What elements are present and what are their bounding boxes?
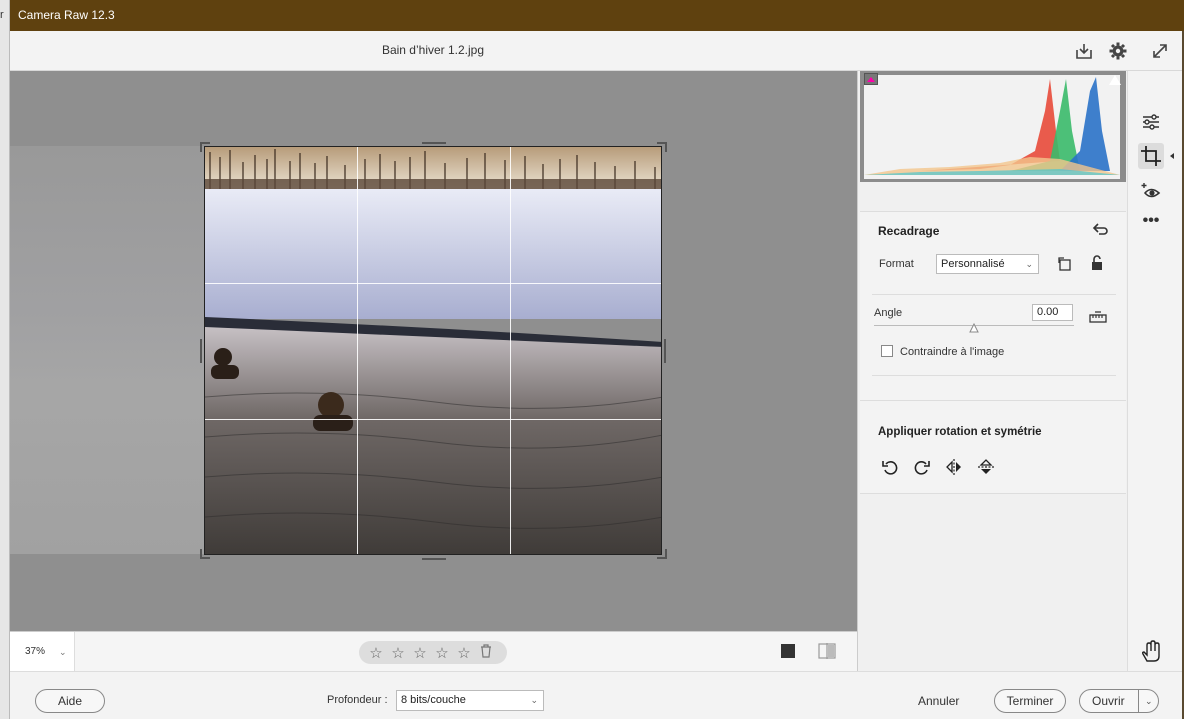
- cancel-button[interactable]: Annuler: [918, 694, 959, 708]
- help-button[interactable]: Aide: [35, 689, 105, 713]
- grid-line: [205, 419, 661, 420]
- crop-handle-top-left[interactable]: [200, 142, 210, 152]
- crop-handle-top[interactable]: [422, 142, 446, 144]
- shadow-clipping-warning[interactable]: [864, 73, 878, 85]
- fullscreen-icon[interactable]: [1150, 41, 1170, 61]
- outside-crop-area: [10, 146, 205, 554]
- flip-vertical-icon[interactable]: [977, 458, 995, 476]
- rotate-crop-icon[interactable]: [1057, 256, 1073, 272]
- chevron-down-icon: ⌄: [59, 647, 67, 657]
- format-value: Personnalisé: [941, 258, 1005, 270]
- trash-icon[interactable]: [477, 643, 495, 662]
- rotate-title: Appliquer rotation et symétrie: [878, 426, 1042, 438]
- chevron-down-icon: ⌄: [530, 695, 538, 705]
- hand-tool-icon[interactable]: [1138, 639, 1164, 665]
- star-icon[interactable]: ☆: [389, 644, 407, 662]
- grid-line: [357, 147, 358, 554]
- edge-char: r: [0, 9, 4, 21]
- app-title: Camera Raw 12.3: [18, 8, 115, 22]
- angle-value: 0.00: [1037, 306, 1059, 318]
- header: Bain d’hiver 1.2.jpg: [10, 31, 1182, 71]
- edit-panel: Recadrage Format Personnalisé ⌄ Angle 0.…: [857, 71, 1127, 671]
- camera-raw-window: Bain d’hiver 1.2.jpg 37% ⌄ ☆ ☆ ☆ ☆ ☆ Rec…: [10, 31, 1182, 719]
- angle-label: Angle: [874, 307, 903, 319]
- zoom-select[interactable]: 37% ⌄: [10, 632, 75, 671]
- grid-line: [510, 147, 511, 554]
- crop-photo[interactable]: [204, 146, 662, 555]
- more-icon[interactable]: •••: [1138, 208, 1164, 234]
- rating-stars: ☆ ☆ ☆ ☆ ☆: [359, 641, 507, 664]
- reset-icon[interactable]: [1092, 222, 1108, 238]
- angle-slider-thumb[interactable]: [969, 320, 979, 333]
- tool-rail: •••: [1127, 71, 1182, 671]
- gear-icon[interactable]: [1108, 41, 1128, 61]
- format-select[interactable]: Personnalisé ⌄: [936, 254, 1039, 274]
- depth-label: Profondeur :: [327, 694, 388, 706]
- crop-handle-bottom-right[interactable]: [657, 549, 667, 559]
- depth-value: 8 bits/couche: [401, 694, 466, 706]
- crop-handle-top-right[interactable]: [657, 142, 667, 152]
- histogram: [860, 71, 1126, 182]
- star-icon[interactable]: ☆: [455, 644, 473, 662]
- open-options-chevron-icon[interactable]: ⌄: [1138, 690, 1153, 712]
- divider: [872, 294, 1116, 295]
- status-bar: 37% ⌄ ☆ ☆ ☆ ☆ ☆: [10, 631, 857, 671]
- crop-handle-bottom[interactable]: [422, 558, 446, 560]
- footer: Aide Profondeur : 8 bits/couche ⌄ Annule…: [10, 671, 1182, 719]
- open-label: Ouvrir: [1092, 694, 1125, 708]
- zoom-value: 37%: [25, 646, 46, 657]
- crop-tool-icon[interactable]: [1138, 143, 1164, 169]
- crop-title: Recadrage: [878, 224, 940, 238]
- flip-horizontal-icon[interactable]: [945, 458, 963, 476]
- divider: [872, 375, 1116, 376]
- image-canvas[interactable]: [10, 71, 857, 631]
- crop-handle-left[interactable]: [200, 339, 202, 363]
- active-tool-indicator: [1170, 153, 1174, 159]
- before-after-icon[interactable]: [818, 643, 836, 659]
- grid-line: [205, 283, 661, 284]
- rotate-left-icon[interactable]: [881, 458, 899, 476]
- crop-section: Recadrage Format Personnalisé ⌄ Angle 0.…: [860, 211, 1126, 401]
- red-eye-icon[interactable]: [1138, 179, 1164, 205]
- window-title-bar: Camera Raw 12.3: [10, 0, 1184, 31]
- chevron-down-icon: ⌄: [1025, 259, 1033, 269]
- constrain-label: Contraindre à l'image: [900, 346, 1005, 358]
- open-button[interactable]: Ouvrir ⌄: [1079, 689, 1159, 713]
- filename: Bain d’hiver 1.2.jpg: [381, 43, 485, 57]
- rotate-section: Appliquer rotation et symétrie: [860, 401, 1126, 494]
- constrain-checkbox[interactable]: [881, 345, 893, 357]
- depth-select[interactable]: 8 bits/couche ⌄: [396, 690, 544, 711]
- crop-handle-right[interactable]: [664, 339, 666, 363]
- background-color-icon[interactable]: [781, 644, 795, 658]
- star-icon[interactable]: ☆: [411, 644, 429, 662]
- lock-icon[interactable]: [1090, 255, 1104, 271]
- edit-sliders-icon[interactable]: [1138, 109, 1164, 135]
- format-label: Format: [879, 258, 914, 270]
- save-icon[interactable]: [1074, 41, 1094, 61]
- star-icon[interactable]: ☆: [433, 644, 451, 662]
- done-button[interactable]: Terminer: [994, 689, 1066, 713]
- angle-input[interactable]: 0.00: [1032, 304, 1073, 321]
- crop-handle-bottom-left[interactable]: [200, 549, 210, 559]
- star-icon[interactable]: ☆: [367, 644, 385, 662]
- rotate-right-icon[interactable]: [913, 458, 931, 476]
- straighten-tool-icon[interactable]: [1089, 310, 1107, 324]
- highlight-clipping-warning[interactable]: [1108, 73, 1122, 85]
- background-window-edge: r: [0, 0, 10, 719]
